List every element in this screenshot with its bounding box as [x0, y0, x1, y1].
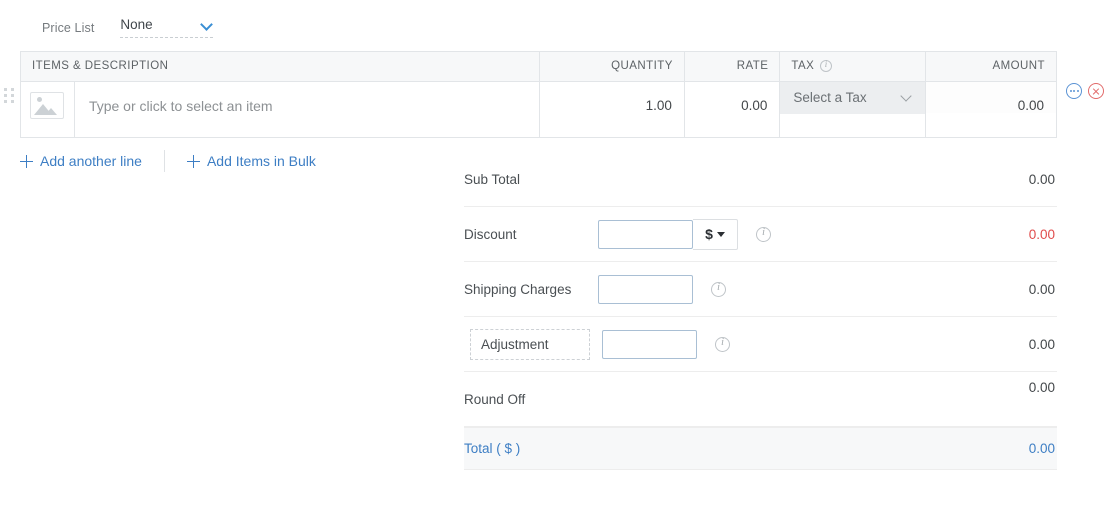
invoice-line-items-screen: Price List None ITEMS & DESCRIPTION QUAN…: [0, 0, 1113, 523]
item-search-input[interactable]: Type or click to select an item: [75, 82, 539, 114]
round-off-value: 0.00: [1028, 380, 1055, 395]
price-list-value: None: [120, 17, 153, 32]
adjustment-input[interactable]: [602, 329, 697, 359]
header-items-description: ITEMS & DESCRIPTION: [21, 52, 541, 82]
tax-cell[interactable]: Select a Tax: [779, 81, 927, 137]
info-icon[interactable]: [711, 281, 726, 297]
summary-row-round-off: Round Off 0.00: [464, 372, 1057, 427]
adjustment-label-input[interactable]: Adjustment: [470, 328, 590, 360]
info-icon[interactable]: [756, 226, 771, 242]
summary-row-adjustment: Adjustment 0.00: [464, 317, 1057, 372]
chevron-down-icon: [202, 19, 213, 30]
amount-cell: 0.00: [925, 81, 1056, 137]
summary-panel: Sub Total 0.00 Discount $ 0.00 Shipping …: [464, 152, 1057, 470]
chevron-down-icon: [902, 92, 913, 103]
sub-total-label: Sub Total: [464, 171, 521, 187]
add-links-bar: Add another line Add Items in Bulk: [20, 150, 316, 172]
more-options-icon[interactable]: [1066, 83, 1082, 99]
plus-icon: [20, 154, 33, 168]
summary-row-sub-total: Sub Total 0.00: [464, 152, 1057, 207]
discount-input-group: $: [598, 218, 771, 250]
shipping-charges-value: 0.00: [1028, 281, 1055, 297]
items-table: ITEMS & DESCRIPTION QUANTITY RATE TAX AM…: [20, 51, 1057, 138]
table-header-row: ITEMS & DESCRIPTION QUANTITY RATE TAX AM…: [21, 52, 1056, 82]
image-placeholder-icon: [30, 91, 65, 119]
discount-value: 0.00: [1028, 226, 1055, 242]
price-list-dropdown[interactable]: None: [120, 17, 214, 38]
currency-symbol: $: [705, 226, 713, 242]
price-list-label: Price List: [42, 20, 95, 35]
shipping-input-group: [598, 274, 726, 304]
add-another-line-label: Add another line: [40, 153, 142, 169]
discount-input[interactable]: [598, 219, 693, 249]
header-tax-label: TAX: [791, 60, 815, 73]
rate-cell[interactable]: 0.00: [684, 81, 781, 137]
total-value: 0.00: [1028, 441, 1055, 456]
summary-row-total: Total ( $ ) 0.00: [464, 427, 1057, 470]
adjustment-value: 0.00: [1028, 336, 1055, 352]
table-row: Type or click to select an item 1.00 0.0…: [21, 81, 1056, 137]
total-label: Total ( $ ): [464, 441, 521, 456]
summary-row-discount: Discount $ 0.00: [464, 207, 1057, 262]
quantity-value[interactable]: 1.00: [540, 82, 684, 113]
divider: [163, 150, 165, 172]
shipping-charges-input[interactable]: [598, 274, 693, 304]
info-icon[interactable]: [715, 336, 730, 352]
adjustment-input-group: [602, 329, 730, 359]
header-rate: RATE: [684, 52, 781, 82]
summary-row-shipping-charges: Shipping Charges 0.00: [464, 262, 1057, 317]
header-amount: AMOUNT: [925, 52, 1056, 82]
delete-row-icon[interactable]: [1088, 83, 1104, 99]
drag-handle-icon[interactable]: [4, 88, 14, 106]
price-list-row: Price List None: [42, 17, 214, 38]
round-off-label: Round Off: [464, 391, 526, 407]
discount-currency-dropdown[interactable]: $: [693, 218, 738, 250]
sub-total-value: 0.00: [1028, 171, 1055, 187]
header-quantity: QUANTITY: [539, 52, 685, 82]
shipping-charges-label: Shipping Charges: [464, 281, 572, 297]
tax-select-value: Select a Tax: [793, 90, 867, 105]
plus-icon: [186, 154, 200, 168]
add-items-in-bulk-button[interactable]: Add Items in Bulk: [186, 153, 316, 169]
tax-select[interactable]: Select a Tax: [780, 81, 926, 114]
info-icon[interactable]: [820, 59, 833, 73]
add-another-line-button[interactable]: Add another line: [20, 153, 142, 169]
caret-down-icon: [716, 231, 725, 237]
item-image-cell[interactable]: [21, 81, 75, 137]
quantity-cell[interactable]: 1.00: [539, 81, 685, 137]
rate-value[interactable]: 0.00: [685, 82, 779, 113]
header-tax: TAX: [779, 52, 927, 82]
discount-label: Discount: [464, 226, 517, 242]
amount-value: 0.00: [926, 81, 1056, 113]
row-actions: [1066, 83, 1104, 99]
add-items-in-bulk-label: Add Items in Bulk: [206, 153, 316, 169]
item-description-cell[interactable]: Type or click to select an item: [74, 81, 541, 137]
